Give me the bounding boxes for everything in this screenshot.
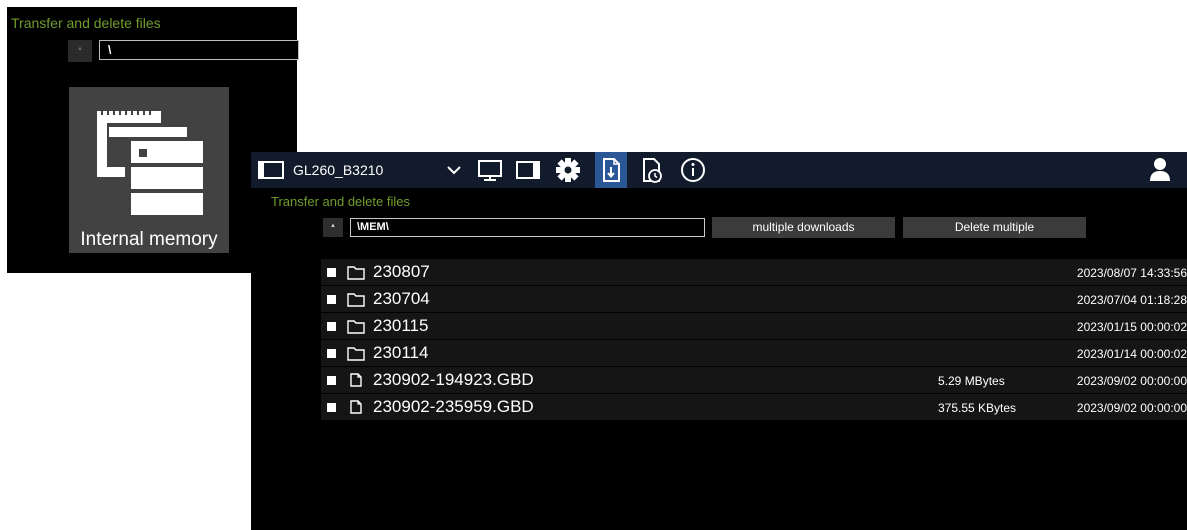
sd-card-icon (516, 161, 540, 179)
list-item[interactable]: 230704 2023/07/04 01:18:28 (321, 286, 1187, 313)
folder-icon (347, 320, 365, 334)
list-item[interactable]: 230902-194923.GBD 5.29 MBytes 2023/09/02… (321, 367, 1187, 394)
file-list: 230807 2023/08/07 14:33:56 230704 2023/0… (321, 259, 1187, 421)
internal-memory-icon (97, 111, 203, 215)
folder-icon (347, 293, 365, 307)
folder-icon (347, 347, 365, 361)
multiple-downloads-button[interactable]: multiple downloads (712, 217, 895, 238)
device-select-dropdown[interactable] (441, 152, 467, 188)
info-icon (681, 158, 705, 182)
file-icon (350, 373, 362, 387)
path-field[interactable]: \ (99, 40, 299, 60)
file-date: 2023/08/07 14:33:56 (1076, 266, 1187, 280)
file-download-icon (603, 158, 620, 182)
sd-card-button[interactable] (513, 152, 543, 188)
select-checkbox[interactable] (327, 376, 336, 385)
select-checkbox[interactable] (327, 403, 336, 412)
monitor-icon (478, 160, 502, 181)
user-icon (1150, 158, 1170, 181)
page-title: Transfer and delete files (11, 15, 161, 31)
file-name[interactable]: 230114 (373, 343, 428, 363)
list-item[interactable]: 230115 2023/01/15 00:00:02 (321, 313, 1187, 340)
tile-label: Internal memory (80, 229, 218, 250)
list-item[interactable]: 230114 2023/01/14 00:00:02 (321, 340, 1187, 367)
list-item[interactable]: 230807 2023/08/07 14:33:56 (321, 259, 1187, 286)
select-checkbox[interactable] (327, 322, 336, 331)
toolbar: GL260_B3210 (251, 152, 1187, 188)
file-date: 2023/09/02 00:00:00 (1076, 374, 1187, 388)
file-date: 2023/07/04 01:18:28 (1076, 293, 1187, 307)
file-size: 5.29 MBytes (938, 374, 1005, 388)
select-checkbox[interactable] (327, 268, 336, 277)
parent-folder-button[interactable]: ▲ (323, 218, 343, 237)
section-title: Transfer and delete files (271, 194, 410, 209)
up-arrow-icon: ▲ (77, 46, 83, 52)
file-date: 2023/01/14 00:00:02 (1076, 347, 1187, 361)
file-name[interactable]: 230704 (373, 289, 430, 309)
file-history-icon (643, 158, 662, 183)
info-button[interactable] (677, 152, 709, 188)
file-name[interactable]: 230115 (373, 316, 428, 336)
gear-icon (556, 158, 580, 182)
settings-button[interactable] (553, 152, 583, 188)
file-download-button[interactable] (595, 152, 627, 188)
device-name: GL260_B3210 (293, 162, 384, 178)
file-date: 2023/01/15 00:00:02 (1076, 320, 1187, 334)
memory-window: GL260_B3210 Transfer and delete files ▲ … (251, 152, 1187, 530)
user-button[interactable] (1145, 152, 1175, 188)
monitor-button[interactable] (475, 152, 505, 188)
folder-icon (347, 266, 365, 280)
select-checkbox[interactable] (327, 295, 336, 304)
up-arrow-icon: ▲ (330, 223, 336, 229)
delete-multiple-button[interactable]: Delete multiple (903, 217, 1086, 238)
file-name[interactable]: 230807 (373, 262, 430, 282)
chevron-down-icon (447, 166, 461, 175)
path-field[interactable]: \MEM\ (350, 218, 705, 237)
file-date: 2023/09/02 00:00:00 (1076, 401, 1187, 415)
device-icon (258, 161, 284, 179)
file-name[interactable]: 230902-235959.GBD (373, 397, 534, 417)
internal-memory-tile[interactable]: Internal memory (69, 87, 229, 253)
select-checkbox[interactable] (327, 349, 336, 358)
file-history-button[interactable] (637, 152, 667, 188)
file-icon (350, 400, 362, 414)
list-item[interactable]: 230902-235959.GBD 375.55 KBytes 2023/09/… (321, 394, 1187, 421)
file-name[interactable]: 230902-194923.GBD (373, 370, 534, 390)
file-size: 375.55 KBytes (938, 401, 1017, 415)
parent-folder-button[interactable]: ▲ (68, 40, 92, 62)
